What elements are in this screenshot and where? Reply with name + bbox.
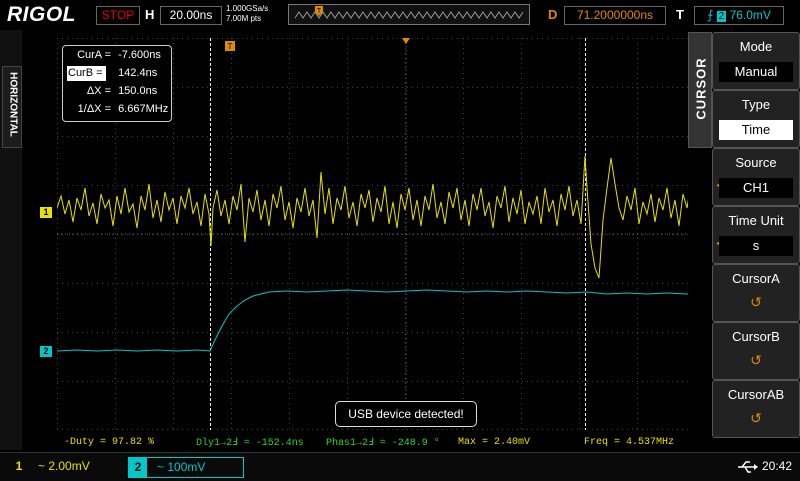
measurement-freq: Freq = 4.537MHz bbox=[584, 437, 675, 448]
menu-title-tab: CURSOR bbox=[688, 32, 712, 148]
ch1-waveform bbox=[57, 155, 709, 279]
cursor-a-row: CurA = -7.600ns bbox=[67, 48, 161, 63]
trigger-channel-badge: 2 bbox=[716, 11, 727, 22]
cursor-b-title: CursorB bbox=[732, 329, 780, 344]
ch1-scale-box[interactable]: 1 ~ 2.00mV bbox=[10, 457, 118, 476]
ch2-scale: ~ 100mV bbox=[157, 460, 206, 474]
mode-value: Manual bbox=[719, 62, 793, 82]
cursor-a-value: -7.600ns bbox=[118, 49, 161, 61]
memory-position-strip[interactable]: T bbox=[288, 4, 530, 25]
ch1-offset-marker[interactable]: 1 bbox=[40, 207, 52, 218]
clock: 20:42 bbox=[762, 459, 793, 473]
cursor-b-label: CurB = bbox=[67, 66, 106, 81]
delay-marker-icon: T bbox=[225, 41, 235, 51]
delta-x-label: ΔX = bbox=[86, 85, 111, 97]
menu-mode[interactable]: Mode Manual bbox=[712, 32, 800, 90]
horizontal-menu-tab[interactable]: HORIZONTAL bbox=[2, 66, 22, 148]
time-unit-value: s bbox=[719, 236, 793, 256]
knob-icon: ↺ bbox=[750, 410, 762, 426]
ch2-offset-marker[interactable]: 2 bbox=[40, 346, 52, 357]
horizontal-label: H bbox=[145, 7, 155, 22]
menu-cursor-b[interactable]: CursorB ↺ bbox=[712, 322, 800, 380]
menu-type[interactable]: Type Time bbox=[712, 90, 800, 148]
ch2-scale-box[interactable]: 2 ~ 100mV bbox=[128, 457, 244, 478]
rising-edge-icon: ⨍ bbox=[707, 8, 714, 22]
measurement-bar: -Duty = 97.82 % Dly1→2Ⅎ = -152.4ns Phas1… bbox=[22, 434, 712, 450]
delta-x-row: ΔX = 150.0ns bbox=[67, 84, 157, 99]
svg-text:T: T bbox=[317, 8, 322, 15]
delay-label: D bbox=[548, 7, 558, 22]
svg-text:T: T bbox=[228, 42, 233, 51]
ch1-scale: ~ 2.00mV bbox=[38, 459, 90, 473]
menu-title: CURSOR bbox=[693, 57, 709, 120]
top-status-bar: RIGOL STOP H 20.00ns 1.000GSa/s 7.00M pt… bbox=[0, 0, 800, 30]
horizontal-tab-label: HORIZONTAL bbox=[7, 72, 19, 137]
menu-source[interactable]: Source ◀ CH1 bbox=[712, 148, 800, 206]
menu-cursor-ab[interactable]: CursorAB ↺ bbox=[712, 380, 800, 438]
left-side-strip: HORIZONTAL bbox=[0, 30, 22, 450]
cursor-b-row: CurB = 142.4ns bbox=[67, 66, 157, 81]
cursor-menu: CURSOR Mode Manual Type Time Source ◀ CH… bbox=[688, 30, 800, 450]
trigger-level: 76.0mV bbox=[729, 8, 771, 22]
measurement-phase: Phas1→2Ⅎ = -248.9 ° bbox=[326, 438, 440, 449]
delta-x-value: 150.0ns bbox=[118, 85, 158, 97]
time-unit-title: Time Unit bbox=[728, 213, 784, 228]
rigol-logo: RIGOL bbox=[7, 3, 76, 26]
inverse-delta-x-label: 1/ΔX = bbox=[77, 103, 111, 115]
ch2-waveform bbox=[57, 289, 709, 352]
knob-icon: ↺ bbox=[750, 352, 762, 368]
usb-notification: USB device detected! bbox=[335, 401, 477, 427]
trigger-info[interactable]: ⨍ 2 76.0mV bbox=[694, 6, 784, 25]
memory-waveform-icon: T bbox=[294, 6, 524, 19]
cursor-b-value: 142.4ns bbox=[118, 67, 158, 79]
menu-time-unit[interactable]: Time Unit ◀ s bbox=[712, 206, 800, 264]
cursor-ab-title: CursorAB bbox=[727, 387, 785, 402]
mode-title: Mode bbox=[739, 39, 773, 54]
cursor-a-label: CurA = bbox=[77, 49, 111, 61]
inverse-delta-x-row: 1/ΔX = 6.667MHz bbox=[67, 102, 169, 117]
measurement-duty: -Duty = 97.82 % bbox=[64, 437, 155, 448]
bottom-channel-bar: 1 ~ 2.00mV 2 ~ 100mV 20:42 bbox=[0, 452, 800, 481]
ch1-number: 1 bbox=[15, 459, 23, 473]
menu-cursor-a[interactable]: CursorA ↺ bbox=[712, 264, 800, 322]
inverse-delta-x-value: 6.667MHz bbox=[118, 103, 169, 115]
timebase-value[interactable]: 20.00ns bbox=[160, 6, 222, 25]
memory-depth: 7.00M pts bbox=[226, 14, 262, 23]
type-value: Time bbox=[719, 120, 793, 140]
cursor-a-title: CursorA bbox=[732, 271, 780, 286]
run-stop-status[interactable]: STOP bbox=[96, 6, 140, 25]
type-title: Type bbox=[741, 97, 771, 112]
delay-value[interactable]: 71.2000000ns bbox=[564, 6, 666, 25]
trigger-label: T bbox=[676, 7, 684, 22]
measurement-max: Max = 2.40mV bbox=[458, 437, 531, 448]
usb-icon bbox=[738, 461, 758, 473]
acquisition-info: 1.000GSa/s 7.00M pts bbox=[226, 4, 268, 24]
sample-rate: 1.000GSa/s bbox=[226, 4, 269, 13]
source-title: Source bbox=[735, 155, 777, 170]
ch2-number: 2 bbox=[129, 458, 147, 477]
knob-icon: ↺ bbox=[750, 294, 762, 310]
cursor-readout-panel: CurA = -7.600ns CurB = 142.4ns ΔX = 150.… bbox=[62, 45, 172, 122]
trigger-position-icon bbox=[402, 38, 410, 44]
measurement-delay: Dly1→2Ⅎ = -152.4ns bbox=[196, 438, 304, 449]
source-value: CH1 bbox=[719, 178, 793, 198]
